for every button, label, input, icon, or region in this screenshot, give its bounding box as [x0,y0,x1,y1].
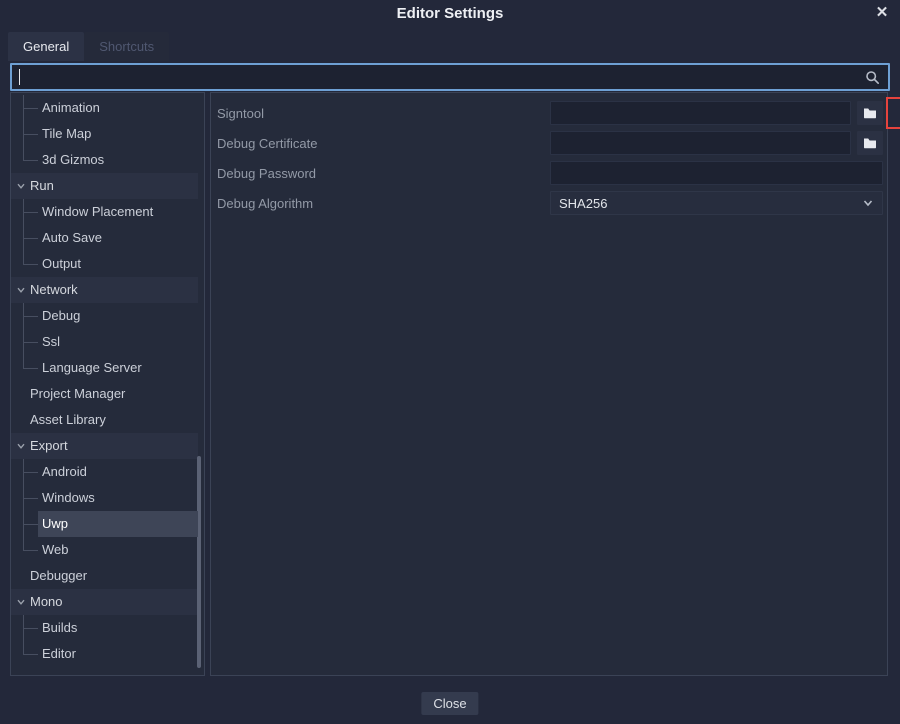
chevron-down-icon [862,197,874,209]
sidebar-item-label: Tile Map [11,121,198,147]
close-button[interactable]: Close [421,692,478,715]
tab-shortcuts[interactable]: Shortcuts [84,32,169,61]
search-bar [10,63,890,91]
sidebar-item-run[interactable]: Run [11,173,198,199]
sidebar-item-auto-save[interactable]: Auto Save [11,225,198,251]
sidebar-item-window-placement[interactable]: Window Placement [11,199,198,225]
debug-certificate-browse-button[interactable] [857,131,883,155]
sidebar-item-animation[interactable]: Animation [11,95,198,121]
sidebar-item-web[interactable]: Web [11,537,198,563]
sidebar-item-editor[interactable]: Editor [11,641,198,667]
sidebar-item-label: Auto Save [11,225,198,251]
sidebar-item-label: Windows [11,485,198,511]
sidebar-item-label: Window Placement [11,199,198,225]
tab-general[interactable]: General [8,32,84,61]
sidebar-item-network[interactable]: Network [11,277,198,303]
sidebar-item-android[interactable]: Android [11,459,198,485]
sidebar-item-label: Animation [11,95,198,121]
collapse-arrow-icon[interactable] [16,441,26,451]
collapse-arrow-icon[interactable] [16,285,26,295]
tab-bar: General Shortcuts [8,32,169,61]
setting-label: Signtool [211,106,550,121]
highlight-outline [886,97,900,129]
setting-row-signtool: Signtool [211,98,887,128]
sidebar-item-output[interactable]: Output [11,251,198,277]
signtool-input[interactable] [550,101,851,125]
sidebar-item-mono[interactable]: Mono [11,589,198,615]
sidebar-item-project-manager[interactable]: Project Manager [11,381,198,407]
setting-row-debug-password: Debug Password [211,158,887,188]
sidebar-item-label: Asset Library [11,407,198,433]
sidebar-item-windows[interactable]: Windows [11,485,198,511]
sidebar-item-label: Android [11,459,198,485]
folder-icon [863,107,877,119]
sidebar-item-label: Language Server [11,355,198,381]
settings-tree: Animation Tile Map 3d Gizmos Run Window … [11,95,204,667]
sidebar-item-label: Mono [11,589,198,615]
sidebar-item-label: Project Manager [11,381,198,407]
tree-scrollbar[interactable] [197,456,201,668]
sidebar-item-label: Export [11,433,198,459]
dropdown-value: SHA256 [559,196,862,211]
folder-icon [863,137,877,149]
collapse-arrow-icon[interactable] [16,597,26,607]
sidebar-item-language-server[interactable]: Language Server [11,355,198,381]
debug-password-input[interactable] [550,161,883,185]
settings-tree-panel: Animation Tile Map 3d Gizmos Run Window … [10,92,205,676]
settings-panel: Signtool Debug Certificate [210,92,888,676]
sidebar-item-label: Uwp [38,511,198,537]
sidebar-item-ssl[interactable]: Ssl [11,329,198,355]
sidebar-item-label: Debugger [11,563,198,589]
property-list: Signtool Debug Certificate [211,98,887,218]
sidebar-item-label: Web [11,537,198,563]
setting-label: Debug Algorithm [211,196,550,211]
debug-certificate-input[interactable] [550,131,851,155]
debug-algorithm-dropdown[interactable]: SHA256 [550,191,883,215]
dialog-title: Editor Settings [0,5,900,22]
sidebar-item-label: Debug [11,303,198,329]
setting-row-debug-algorithm: Debug Algorithm SHA256 [211,188,887,218]
close-icon[interactable]: ✕ [872,3,892,23]
sidebar-item-label: Editor [11,641,198,667]
text-caret [19,69,20,85]
sidebar-item-label: Network [11,277,198,303]
collapse-arrow-icon[interactable] [16,181,26,191]
sidebar-item-label: Output [11,251,198,277]
sidebar-item-uwp[interactable]: Uwp [11,511,198,537]
setting-label: Debug Certificate [211,136,550,151]
signtool-browse-button[interactable] [857,101,883,125]
sidebar-item-label: Builds [11,615,198,641]
search-icon [865,70,880,85]
sidebar-item-label: Ssl [11,329,198,355]
sidebar-item-debugger[interactable]: Debugger [11,563,198,589]
sidebar-item-debug[interactable]: Debug [11,303,198,329]
sidebar-item-3d-gizmos[interactable]: 3d Gizmos [11,147,198,173]
sidebar-item-label: Run [11,173,198,199]
titlebar: Editor Settings ✕ [0,0,900,30]
sidebar-item-tile-map[interactable]: Tile Map [11,121,198,147]
setting-row-debug-certificate: Debug Certificate [211,128,887,158]
search-input[interactable] [18,65,860,91]
sidebar-item-asset-library[interactable]: Asset Library [11,407,198,433]
sidebar-item-export[interactable]: Export [11,433,198,459]
sidebar-item-label: 3d Gizmos [11,147,198,173]
sidebar-item-builds[interactable]: Builds [11,615,198,641]
setting-label: Debug Password [211,166,550,181]
